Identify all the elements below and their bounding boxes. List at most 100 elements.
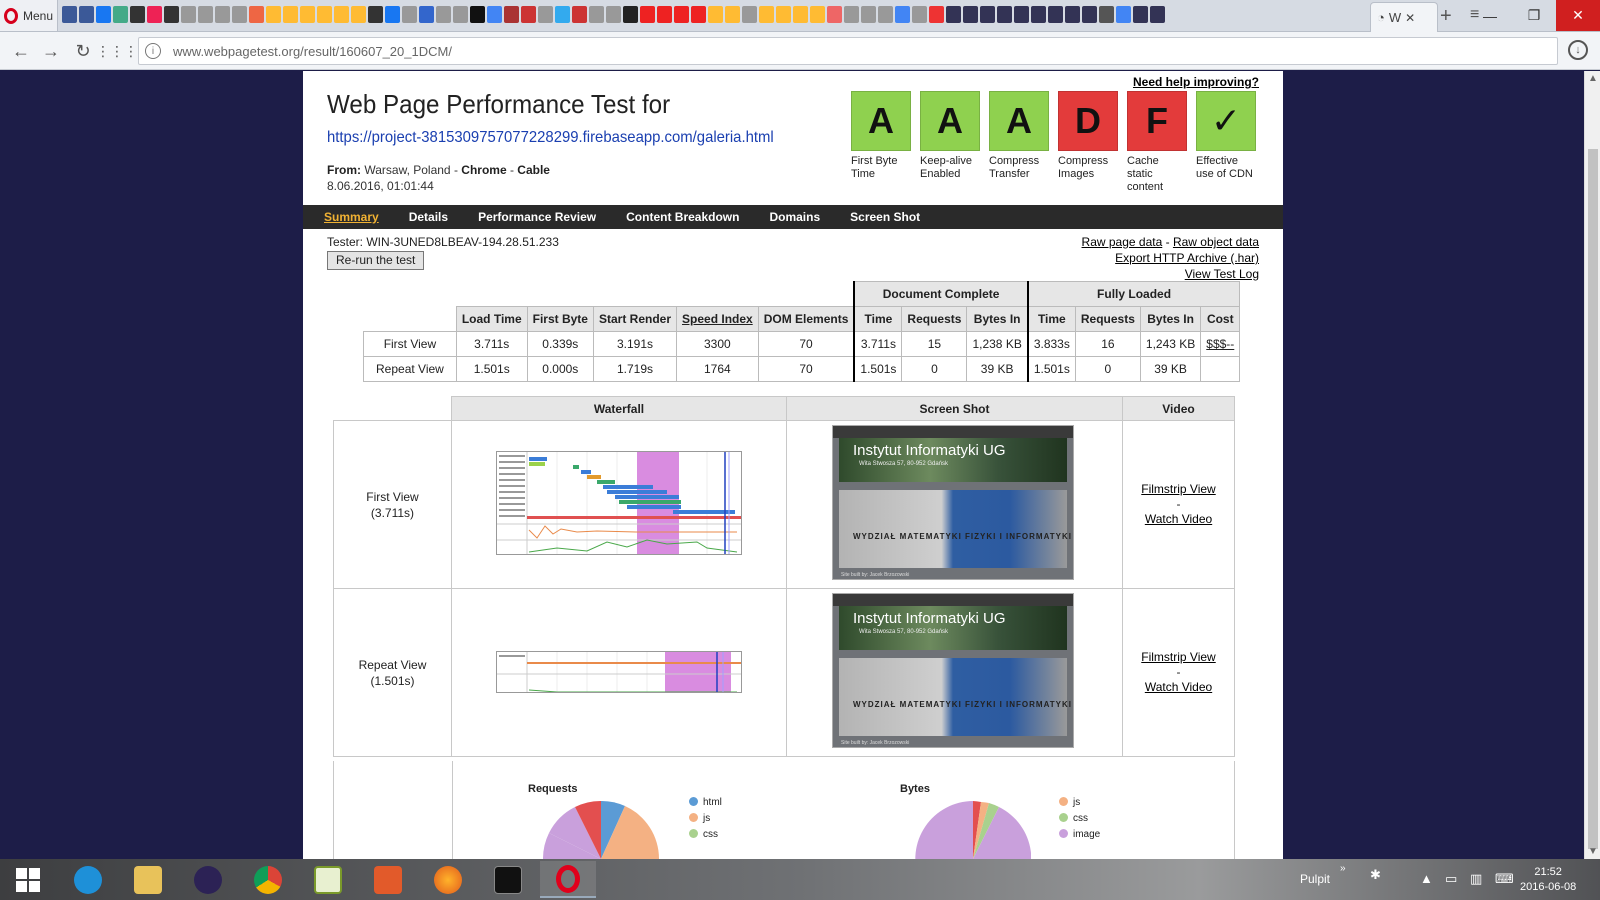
pinned-tab-favicon-icon[interactable]	[300, 6, 315, 23]
help-improving-link[interactable]: Need help improving?	[1133, 75, 1259, 89]
pinned-tab-favicon-icon[interactable]	[232, 6, 247, 23]
rerun-test-button[interactable]: Re-run the test	[327, 251, 425, 270]
pinned-tab-favicon-icon[interactable]	[113, 6, 128, 23]
pinned-tab-favicon-icon[interactable]	[725, 6, 740, 23]
pinned-tab-favicon-icon[interactable]	[1014, 6, 1029, 23]
taskbar-chart-app[interactable]	[300, 861, 356, 898]
minimize-button[interactable]: —	[1468, 0, 1512, 31]
pinned-tab-favicon-icon[interactable]	[555, 6, 570, 23]
repeat-view-waterfall-thumbnail[interactable]	[496, 651, 742, 693]
url-field[interactable]: i www.webpagetest.org/result/160607_20_1…	[138, 37, 1558, 65]
page-scrollbar[interactable]: ▲ ▼	[1584, 71, 1600, 859]
taskbar-eclipse[interactable]	[180, 861, 236, 898]
nav-tab-details[interactable]: Details	[409, 210, 448, 224]
pinned-tab-favicon-icon[interactable]	[844, 6, 859, 23]
grade-badge[interactable]: F	[1127, 91, 1187, 151]
pinned-tab-favicon-icon[interactable]	[657, 6, 672, 23]
pinned-tab-favicon-icon[interactable]	[538, 6, 553, 23]
watch-video-link[interactable]: Watch Video	[1145, 680, 1212, 694]
pinned-tab-favicon-icon[interactable]	[79, 6, 94, 23]
restore-button[interactable]: ❐	[1512, 0, 1556, 31]
watch-video-link[interactable]: Watch Video	[1145, 512, 1212, 526]
pinned-tab-favicon-icon[interactable]	[980, 6, 995, 23]
site-info-icon[interactable]: i	[145, 43, 161, 59]
nav-tab-content-breakdown[interactable]: Content Breakdown	[626, 210, 739, 224]
pinned-tab-favicon-icon[interactable]	[1099, 6, 1114, 23]
new-tab-icon[interactable]: +	[1440, 5, 1452, 28]
pinned-tab-favicon-icon[interactable]	[130, 6, 145, 23]
export-har-link[interactable]: Export HTTP Archive (.har)	[1115, 251, 1259, 265]
opera-menu-button[interactable]: Menu	[0, 0, 58, 31]
pinned-tab-favicon-icon[interactable]	[1133, 6, 1148, 23]
keyboard-icon[interactable]: ⌨	[1495, 871, 1514, 887]
pinned-tab-favicon-icon[interactable]	[861, 6, 876, 23]
filmstrip-view-link[interactable]: Filmstrip View	[1141, 482, 1215, 496]
view-test-log-link[interactable]: View Test Log	[1185, 267, 1259, 281]
pinned-tab-favicon-icon[interactable]	[997, 6, 1012, 23]
tab-close-icon[interactable]: ✕	[1405, 11, 1415, 25]
pinned-tab-favicon-icon[interactable]	[708, 6, 723, 23]
tray-chevron-icon[interactable]: ▲	[1420, 871, 1433, 886]
grade-item[interactable]: D Compress Images	[1058, 91, 1118, 194]
system-clock[interactable]: 21:52 2016-06-08	[1520, 865, 1576, 895]
pinned-tab-favicon-icon[interactable]	[572, 6, 587, 23]
pinned-tab-favicon-icon[interactable]	[266, 6, 281, 23]
pinned-tab-favicon-icon[interactable]	[215, 6, 230, 23]
taskbar-chrome[interactable]	[240, 861, 296, 898]
speed-index-link[interactable]: Speed Index	[682, 312, 753, 326]
network-icon[interactable]: ▥	[1470, 871, 1482, 887]
pinned-tab-favicon-icon[interactable]	[793, 6, 808, 23]
pinned-tab-favicon-icon[interactable]	[1031, 6, 1046, 23]
tray-app-icon[interactable]: ✱	[1370, 867, 1381, 883]
pinned-tab-favicon-icon[interactable]	[742, 6, 757, 23]
toolbar-expand-icon[interactable]: »	[1340, 863, 1346, 874]
pinned-tab-favicon-icon[interactable]	[929, 6, 944, 23]
raw-object-data-link[interactable]: Raw object data	[1173, 235, 1259, 249]
speed-dial-icon[interactable]: ⋮⋮⋮	[96, 38, 138, 64]
pinned-tab-favicon-icon[interactable]	[827, 6, 842, 23]
pinned-tab-favicon-icon[interactable]	[470, 6, 485, 23]
grade-badge[interactable]: A	[920, 91, 980, 151]
pinned-tab-favicon-icon[interactable]	[963, 6, 978, 23]
first-view-waterfall-thumbnail[interactable]	[496, 451, 742, 555]
taskbar-app-red[interactable]	[360, 861, 416, 898]
pinned-tab-favicon-icon[interactable]	[776, 6, 791, 23]
pinned-tab-favicon-icon[interactable]	[351, 6, 366, 23]
pinned-tab-favicon-icon[interactable]	[385, 6, 400, 23]
pinned-tab-favicon-icon[interactable]	[368, 6, 383, 23]
nav-tab-performance-review[interactable]: Performance Review	[478, 210, 596, 224]
scroll-thumb[interactable]	[1588, 149, 1598, 849]
grade-item[interactable]: F Cache static content	[1127, 91, 1187, 194]
raw-page-data-link[interactable]: Raw page data	[1082, 235, 1163, 249]
pinned-tab-favicon-icon[interactable]	[436, 6, 451, 23]
pinned-tab-favicon-icon[interactable]	[1116, 6, 1131, 23]
pinned-tab-favicon-icon[interactable]	[283, 6, 298, 23]
pinned-tab-favicon-icon[interactable]	[419, 6, 434, 23]
grade-item[interactable]: A Keep-alive Enabled	[920, 91, 980, 194]
pinned-tab-favicon-icon[interactable]	[62, 6, 77, 23]
pinned-tab-favicon-icon[interactable]	[912, 6, 927, 23]
close-window-button[interactable]: ✕	[1556, 0, 1600, 31]
pinned-tab-favicon-icon[interactable]	[759, 6, 774, 23]
pinned-tab-favicon-icon[interactable]	[402, 6, 417, 23]
pinned-tab-favicon-icon[interactable]	[606, 6, 621, 23]
grade-badge[interactable]: ✓	[1196, 91, 1256, 151]
pinned-tab-favicon-icon[interactable]	[640, 6, 655, 23]
taskbar-opera[interactable]	[540, 861, 596, 898]
grade-badge[interactable]: A	[989, 91, 1049, 151]
forward-icon[interactable]: →	[38, 38, 64, 64]
pinned-tab-favicon-icon[interactable]	[1082, 6, 1097, 23]
pinned-tab-favicon-icon[interactable]	[487, 6, 502, 23]
pinned-tab-favicon-icon[interactable]	[895, 6, 910, 23]
pinned-tab-favicon-icon[interactable]	[623, 6, 638, 23]
start-button[interactable]	[0, 861, 56, 898]
taskbar-internet-explorer[interactable]	[60, 861, 116, 898]
first-view-screenshot-thumbnail[interactable]: Instytut Informatyki UG Wita Stwosza 57,…	[832, 425, 1074, 580]
pinned-tab-favicon-icon[interactable]	[181, 6, 196, 23]
grade-badge[interactable]: A	[851, 91, 911, 151]
pinned-tab-favicon-icon[interactable]	[521, 6, 536, 23]
back-icon[interactable]: ←	[8, 38, 34, 64]
cost-link[interactable]: $$$--	[1206, 337, 1234, 351]
pinned-tab-favicon-icon[interactable]	[147, 6, 162, 23]
pinned-tab-favicon-icon[interactable]	[96, 6, 111, 23]
